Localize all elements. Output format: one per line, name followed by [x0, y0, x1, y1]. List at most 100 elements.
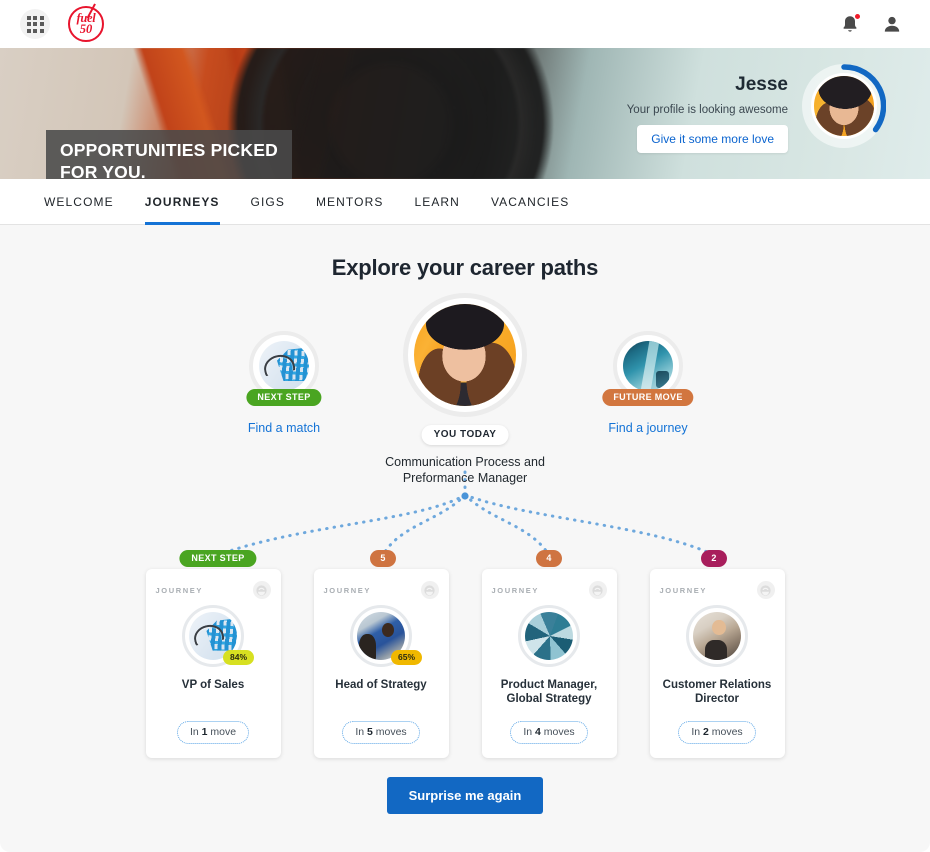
journey-card-vp-of-sales[interactable]: JOURNEY 84% VP of Sales In 1 move — [145, 569, 281, 758]
future-move-badge: FUTURE MOVE — [602, 389, 694, 406]
person-smiling-photo — [693, 612, 741, 660]
hero-headline-line1: OPPORTUNITIES PICKED — [60, 140, 278, 160]
tab-mentors[interactable]: MENTORS — [316, 179, 383, 225]
node-future-move[interactable]: FUTURE MOVE Find a journey — [573, 331, 723, 435]
moves-suffix: moves — [540, 726, 575, 738]
card-avatar — [686, 605, 748, 667]
future-move-avatar-image — [620, 338, 676, 394]
card-kicker: JOURNEY — [155, 585, 203, 595]
node-you-today[interactable]: YOU TODAY Communication Process and Pref… — [355, 293, 575, 486]
top-bar-actions — [840, 12, 914, 35]
hero-profile: Jesse Your profile is looking awesome Gi… — [627, 60, 886, 153]
app-window: fuel 50 OPPORTUNITIES PICKED FOR YOU. Je… — [0, 0, 930, 852]
branch-badges: NEXT STEP 5 4 2 — [0, 550, 930, 570]
node-next-step[interactable]: NEXT STEP Find a match — [209, 331, 359, 435]
tab-vacancies[interactable]: VACANCIES — [491, 179, 569, 225]
tab-gigs[interactable]: GIGS — [251, 179, 285, 225]
moves-suffix: moves — [372, 726, 407, 738]
card-header: JOURNEY — [324, 581, 439, 599]
moves-prefix: In — [189, 726, 202, 738]
journey-path-icon[interactable] — [588, 581, 607, 599]
card-title: Head of Strategy — [335, 679, 427, 691]
journey-path-icon[interactable] — [420, 581, 439, 599]
user-photo — [414, 304, 516, 406]
branch-badge-2: 5 — [370, 550, 396, 567]
card-title-line2: Global Strategy — [506, 693, 592, 706]
you-today-avatar-image — [411, 301, 519, 409]
card-avatar-wrap: 65% — [350, 605, 422, 667]
moves-prefix: In — [523, 726, 535, 738]
glasses-chart-photo — [259, 341, 309, 391]
top-bar: fuel 50 — [0, 0, 930, 48]
connector-origin-dot — [461, 492, 469, 500]
moves-pill[interactable]: In 1 move — [176, 721, 250, 744]
journey-card-product-manager[interactable]: JOURNEY Product Manager, Global Strategy… — [481, 569, 617, 758]
you-today-role: Communication Process and Preformance Ma… — [355, 455, 575, 486]
journey-card-customer-relations[interactable]: JOURNEY Customer Relations Director In 2… — [649, 569, 785, 758]
you-today-role-line1: Communication Process and — [385, 455, 545, 469]
card-title-line2: Director — [694, 693, 740, 706]
journey-card-head-of-strategy[interactable]: JOURNEY 65% Head of Strategy In 5 moves — [313, 569, 449, 758]
card-avatar-image — [523, 610, 575, 662]
teal-abstract-photo — [525, 612, 573, 660]
tab-welcome[interactable]: WELCOME — [44, 179, 114, 225]
notification-dot — [854, 12, 861, 20]
branch-badge-4: 2 — [701, 550, 727, 567]
fuel50-logo[interactable]: fuel 50 — [68, 3, 104, 42]
card-title-line1: Product Manager, — [500, 679, 598, 691]
you-today-avatar[interactable] — [403, 293, 527, 417]
card-avatar-wrap — [518, 605, 580, 667]
give-more-love-button[interactable]: Give it some more love — [637, 124, 788, 153]
hero-headline: OPPORTUNITIES PICKED FOR YOU. — [46, 130, 292, 179]
apps-grid-icon[interactable] — [20, 9, 50, 39]
hero-avatar — [811, 73, 877, 139]
teal-office-photo — [623, 341, 673, 391]
next-step-badge: NEXT STEP — [246, 389, 322, 406]
connector-to-card-1 — [216, 493, 467, 557]
card-avatar — [518, 605, 580, 667]
find-a-match-link[interactable]: Find a match — [209, 421, 359, 435]
card-title: Customer Relations Director — [660, 678, 775, 707]
moves-pill[interactable]: In 2 moves — [678, 721, 756, 744]
card-avatar-image — [691, 610, 743, 662]
card-avatar-wrap — [686, 605, 748, 667]
hero-banner: OPPORTUNITIES PICKED FOR YOU. Jesse Your… — [0, 48, 930, 179]
you-today-badge: YOU TODAY — [421, 425, 509, 445]
moves-prefix: In — [691, 726, 703, 738]
card-kicker: JOURNEY — [659, 585, 707, 595]
moves-pill[interactable]: In 4 moves — [510, 721, 588, 744]
moves-pill[interactable]: In 5 moves — [342, 721, 420, 744]
find-a-journey-link[interactable]: Find a journey — [573, 421, 723, 435]
tab-learn[interactable]: LEARN — [414, 179, 460, 225]
connector-to-card-3 — [463, 493, 551, 557]
card-header: JOURNEY — [156, 581, 271, 599]
branch-badge-3: 4 — [536, 550, 562, 567]
tab-journeys[interactable]: JOURNEYS — [144, 179, 220, 225]
main-content: Explore your career paths NEXT STEP Find… — [0, 225, 930, 852]
journey-path-icon[interactable] — [756, 581, 775, 599]
grid-dots — [26, 15, 44, 33]
hero-avatar-photo — [814, 76, 874, 136]
hero-headline-line2: FOR YOU. — [60, 162, 146, 179]
page-title: Explore your career paths — [331, 255, 599, 280]
journey-path-icon[interactable] — [252, 581, 271, 599]
surprise-me-again-button[interactable]: Surprise me again — [386, 777, 544, 814]
notification-bell-icon[interactable] — [840, 12, 861, 35]
next-step-avatar-image — [256, 338, 312, 394]
next-step-avatar[interactable]: NEXT STEP — [246, 331, 322, 406]
user-profile-icon[interactable] — [882, 14, 902, 35]
future-move-avatar[interactable]: FUTURE MOVE — [602, 331, 694, 406]
you-today-role-line2: Preformance Manager — [402, 470, 528, 485]
card-header: JOURNEY — [492, 581, 607, 599]
hero-avatar-progress[interactable] — [802, 64, 886, 148]
logo-text: fuel 50 — [68, 6, 104, 42]
moves-prefix: In — [355, 726, 367, 738]
hero-profile-text: Jesse Your profile is looking awesome Gi… — [627, 60, 788, 153]
card-avatar-wrap: 84% — [182, 605, 254, 667]
moves-suffix: moves — [708, 726, 743, 738]
card-header: JOURNEY — [660, 581, 775, 599]
journey-cards: JOURNEY 84% VP of Sales In 1 move JOURNE… — [0, 569, 930, 758]
card-kicker: JOURNEY — [323, 585, 371, 595]
logo-text-line2: 50 — [79, 22, 93, 36]
moves-suffix: move — [207, 726, 237, 738]
